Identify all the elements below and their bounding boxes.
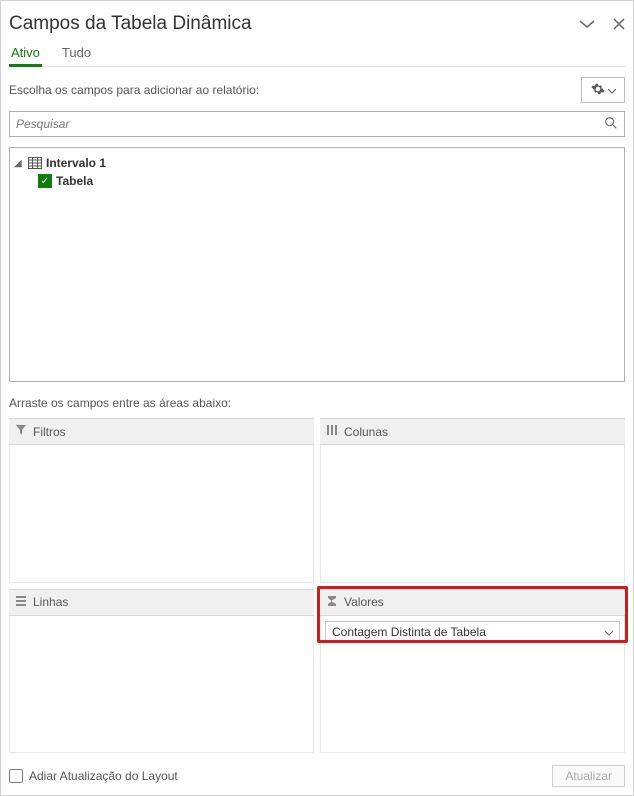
field-instruction: Escolha os campos para adicionar ao rela…	[9, 83, 259, 97]
checkbox-checked-icon[interactable]: ✓	[38, 174, 52, 188]
drag-instruction: Arraste os campos entre as áreas abaixo:	[9, 396, 625, 410]
defer-checkbox[interactable]	[9, 769, 23, 783]
columns-icon	[326, 424, 338, 439]
field-item[interactable]: ✓ Tabela	[14, 172, 620, 190]
filters-body[interactable]	[9, 445, 314, 583]
values-header: Valores	[320, 589, 625, 616]
table-icon	[28, 157, 42, 169]
footer: Adiar Atualização do Layout Atualizar	[9, 761, 625, 787]
columns-body[interactable]	[320, 445, 625, 583]
columns-header: Colunas	[320, 418, 625, 445]
tab-active[interactable]: Ativo	[9, 41, 42, 66]
filters-header: Filtros	[9, 418, 314, 445]
gear-icon	[591, 82, 605, 99]
instruction-row: Escolha os campos para adicionar ao rela…	[9, 77, 625, 103]
field-list[interactable]: ◢ Intervalo 1 ✓ Tabela	[9, 147, 625, 382]
filter-icon	[15, 424, 27, 439]
update-button: Atualizar	[552, 765, 625, 787]
rows-icon	[15, 595, 27, 610]
values-body[interactable]: Contagem Distinta de Tabela	[320, 616, 625, 754]
rows-body[interactable]	[9, 616, 314, 754]
pivot-fields-pane: Campos da Tabela Dinâmica Ativo Tudo Esc…	[0, 0, 634, 796]
value-field-label: Contagem Distinta de Tabela	[332, 625, 486, 639]
columns-label: Colunas	[344, 425, 388, 439]
chevron-down-icon[interactable]	[605, 625, 613, 639]
group-label: Intervalo 1	[46, 156, 106, 170]
chevron-down-icon	[608, 83, 616, 97]
defer-layout[interactable]: Adiar Atualização do Layout	[9, 769, 178, 783]
settings-button[interactable]	[581, 77, 625, 103]
field-group[interactable]: ◢ Intervalo 1	[14, 154, 620, 172]
pane-title: Campos da Tabela Dinâmica	[9, 13, 252, 35]
tabs: Ativo Tudo	[9, 41, 625, 67]
columns-area[interactable]: Colunas	[320, 418, 625, 583]
values-area[interactable]: Valores Contagem Distinta de Tabela	[320, 589, 625, 754]
rows-label: Linhas	[33, 595, 68, 609]
sigma-icon	[326, 595, 338, 610]
field-label: Tabela	[56, 174, 93, 188]
values-label: Valores	[344, 595, 384, 609]
rows-header: Linhas	[9, 589, 314, 616]
collapse-icon[interactable]: ◢	[14, 158, 24, 169]
tab-all[interactable]: Tudo	[60, 41, 93, 66]
drop-areas: Filtros Colunas Linhas	[9, 418, 625, 753]
filters-label: Filtros	[33, 425, 66, 439]
value-field-item[interactable]: Contagem Distinta de Tabela	[325, 621, 620, 643]
rows-area[interactable]: Linhas	[9, 589, 314, 754]
pane-header: Campos da Tabela Dinâmica	[9, 9, 625, 41]
header-controls	[579, 18, 625, 30]
close-icon[interactable]	[613, 18, 625, 30]
search-box[interactable]	[9, 111, 625, 137]
chevron-down-icon[interactable]	[579, 19, 595, 29]
filters-area[interactable]: Filtros	[9, 418, 314, 583]
search-icon	[604, 116, 618, 133]
defer-label: Adiar Atualização do Layout	[29, 769, 178, 783]
search-input[interactable]	[16, 117, 604, 131]
